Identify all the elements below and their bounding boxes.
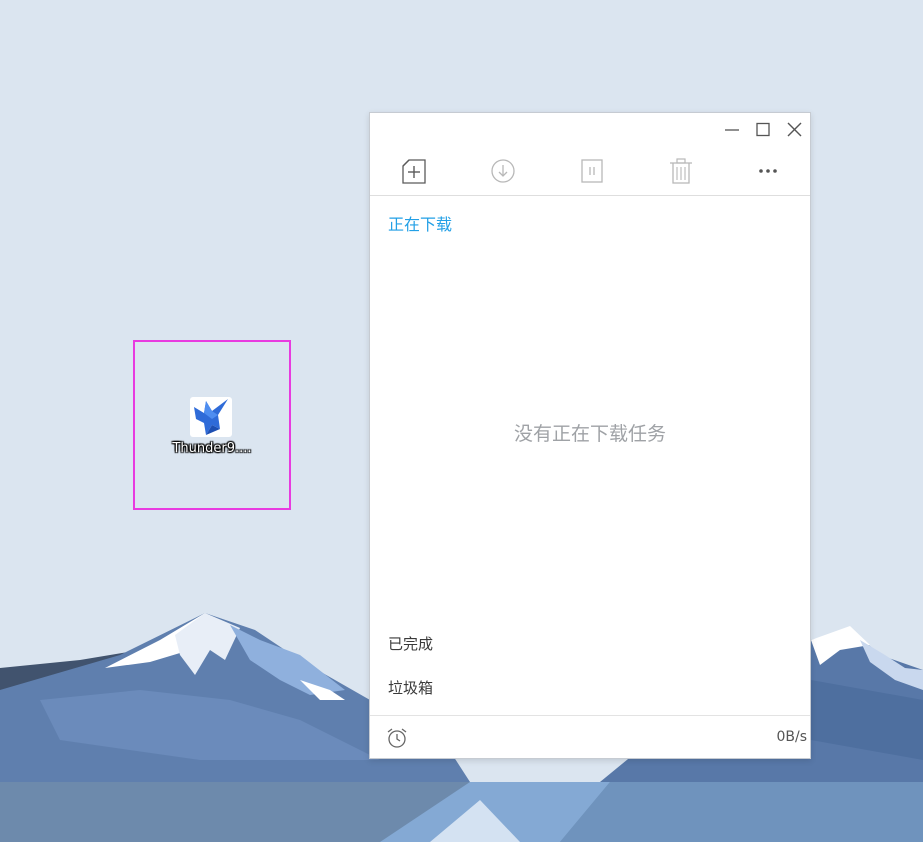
empty-state-message: 没有正在下载任务: [513, 423, 666, 445]
close-button[interactable]: [784, 121, 804, 139]
download-window: 正在下载 没有正在下载任务 已完成 垃圾箱 0B/s: [369, 112, 811, 759]
minimize-button[interactable]: [722, 121, 742, 139]
more-icon: [759, 169, 777, 173]
delete-button[interactable]: [665, 155, 697, 189]
desktop-shortcut-thunder[interactable]: Thunder9....: [133, 340, 291, 510]
pause-button[interactable]: [576, 155, 608, 189]
alarm-clock-icon: [387, 728, 407, 748]
new-task-button[interactable]: [398, 155, 430, 189]
download-speed: 0B/s: [776, 729, 807, 745]
maximize-icon: [756, 122, 770, 137]
maximize-button[interactable]: [753, 121, 773, 139]
tab-trash[interactable]: 垃圾箱: [388, 677, 433, 698]
bird-logo-icon: [190, 397, 232, 437]
download-button[interactable]: [487, 155, 519, 189]
schedule-button[interactable]: [386, 727, 408, 749]
tab-completed[interactable]: 已完成: [388, 633, 433, 654]
pause-icon: [581, 159, 603, 183]
desktop-shortcut-label: Thunder9....: [172, 441, 252, 456]
download-icon: [491, 159, 515, 183]
status-bar: 0B/s: [370, 715, 810, 759]
new-task-icon: [402, 159, 426, 184]
minimize-icon: [725, 129, 739, 131]
title-bar: [370, 113, 810, 147]
close-icon: [787, 122, 802, 137]
toolbar: [370, 151, 810, 196]
tab-downloading[interactable]: 正在下载: [388, 211, 452, 235]
trash-icon: [670, 158, 692, 184]
more-button[interactable]: [753, 155, 785, 189]
